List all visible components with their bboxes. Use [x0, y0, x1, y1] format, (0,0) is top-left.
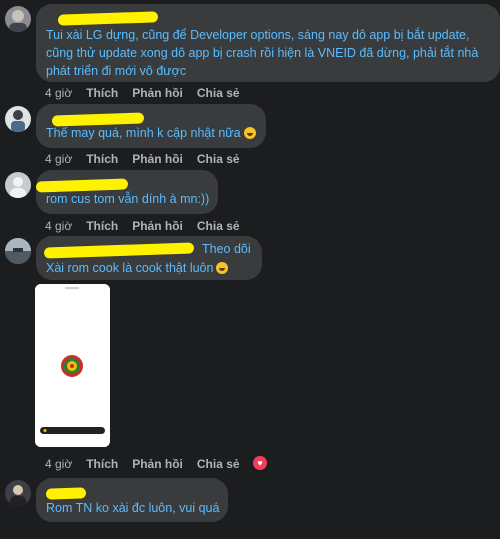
- comment-actions: 4 giờ Thích Phản hồi Chia sẻ: [45, 86, 240, 100]
- share-button[interactable]: Chia sẻ: [197, 219, 240, 233]
- reply-button[interactable]: Phản hồi: [132, 457, 183, 471]
- comment-bubble: rom cus tom vẫn dính à mn:)): [35, 170, 218, 214]
- avatar[interactable]: [5, 6, 31, 32]
- like-button[interactable]: Thích: [86, 457, 118, 471]
- comment-actions: 4 giờ Thích Phản hồi Chia sẻ: [45, 152, 240, 166]
- comment-actions: 4 giờ Thích Phản hồi Chia sẻ: [45, 457, 240, 471]
- laughing-emoji-icon: [243, 127, 256, 139]
- comment-time[interactable]: 4 giờ: [45, 152, 72, 166]
- avatar[interactable]: [5, 172, 31, 198]
- comment-bubble: Rom TN ko xài đc luôn, vui quá: [36, 478, 228, 522]
- comment-time[interactable]: 4 giờ: [45, 219, 72, 233]
- comment-text: Tui xài LG dựng, cũng để Developer optio…: [46, 28, 479, 78]
- share-button[interactable]: Chia sẻ: [197, 152, 240, 166]
- comment-bubble: Thế may quá, mình k cập nhật nữa: [36, 104, 266, 148]
- redacted-name: [45, 487, 87, 500]
- reply-button[interactable]: Phản hồi: [132, 86, 183, 100]
- heart-reaction-icon[interactable]: ♥: [253, 456, 267, 470]
- follow-button[interactable]: Theo dõi: [202, 242, 251, 256]
- comment-text: rom cus tom vẫn dính à mn:)): [46, 192, 210, 206]
- avatar[interactable]: [5, 106, 31, 132]
- comment-text: Rom TN ko xài đc luôn, vui quá: [46, 501, 220, 515]
- comment-bubble: Theo dõi Xài rom cook là cook thật luôn: [36, 236, 262, 280]
- laughing-emoji-icon: [216, 262, 229, 274]
- redacted-name: [43, 242, 195, 259]
- attached-screenshot-image[interactable]: [35, 284, 110, 447]
- avatar[interactable]: [5, 480, 31, 506]
- like-button[interactable]: Thích: [86, 86, 118, 100]
- comment-time[interactable]: 4 giờ: [45, 86, 72, 100]
- share-button[interactable]: Chia sẻ: [197, 457, 240, 471]
- reply-button[interactable]: Phản hồi: [132, 152, 183, 166]
- avatar[interactable]: [5, 238, 31, 264]
- comment-actions: 4 giờ Thích Phản hồi Chia sẻ: [45, 219, 240, 233]
- comment-bubble: Tui xài LG dựng, cũng để Developer optio…: [36, 4, 500, 82]
- comment-text: Xài rom cook là cook thật luôn: [46, 259, 260, 277]
- like-button[interactable]: Thích: [86, 219, 118, 233]
- share-button[interactable]: Chia sẻ: [197, 86, 240, 100]
- comment-time[interactable]: 4 giờ: [45, 457, 72, 471]
- redacted-name: [57, 11, 159, 26]
- comment-text: Thế may quá, mình k cập nhật nữa: [46, 124, 266, 142]
- like-button[interactable]: Thích: [86, 152, 118, 166]
- reply-button[interactable]: Phản hồi: [132, 219, 183, 233]
